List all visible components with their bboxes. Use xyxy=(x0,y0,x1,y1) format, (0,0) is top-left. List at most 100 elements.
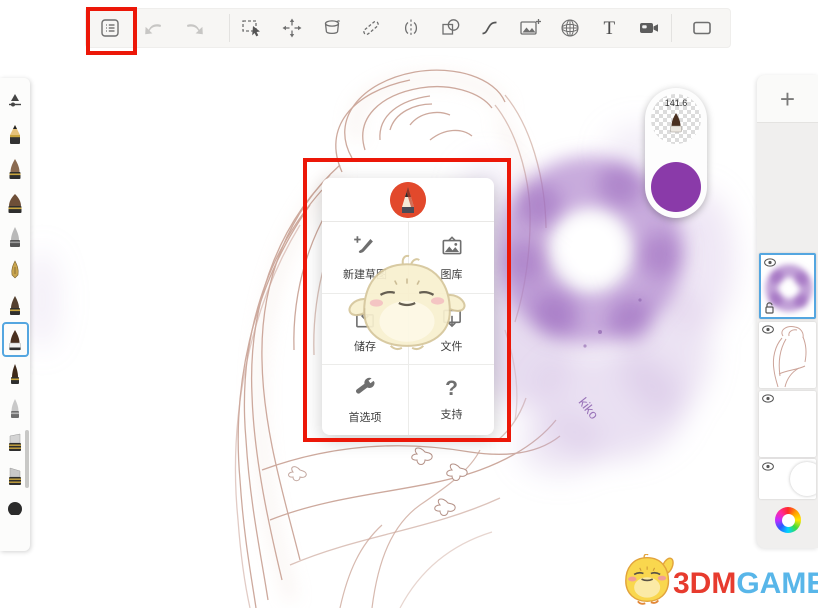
menu-item-label: 支持 xyxy=(441,406,463,422)
round-brush-icon xyxy=(5,493,25,515)
toolbar-divider xyxy=(229,14,230,42)
brush-tip-icon xyxy=(666,110,686,136)
layer-visibility-icon[interactable] xyxy=(762,462,774,471)
brush-item-round[interactable] xyxy=(2,493,28,515)
brush-sidebar xyxy=(0,78,30,551)
perspective-icon xyxy=(558,16,582,40)
time-lapse-icon xyxy=(637,16,661,40)
stroke-button[interactable] xyxy=(470,9,510,47)
text-tool-icon: T xyxy=(604,19,616,38)
airbrush-icon xyxy=(5,395,25,421)
brush-color-puck: 141.6 xyxy=(645,88,707,218)
support-icon: ? xyxy=(445,378,458,399)
perspective-button[interactable] xyxy=(550,9,590,47)
add-layer-button[interactable]: + xyxy=(757,75,818,123)
flat-brush-2-icon xyxy=(5,463,25,489)
layer-sketch[interactable] xyxy=(759,322,816,388)
ruler-guides-icon xyxy=(359,16,383,40)
brush-size-value: 141.6 xyxy=(651,98,701,108)
layer-visibility-icon[interactable] xyxy=(762,325,774,334)
color-puck[interactable] xyxy=(651,162,701,212)
brush-item-gray[interactable] xyxy=(2,220,28,254)
preferences-icon xyxy=(352,376,378,402)
menu-item-gallery[interactable]: 图库 xyxy=(408,222,494,293)
menu-item-files[interactable]: 文件 xyxy=(408,293,494,364)
brush-item-airbrush[interactable] xyxy=(2,391,28,425)
detail-brush-icon xyxy=(5,361,25,387)
files-icon xyxy=(439,305,465,331)
fullscreen-button[interactable] xyxy=(674,9,730,47)
undo-button[interactable] xyxy=(134,9,174,47)
shapes-button[interactable] xyxy=(431,9,471,47)
gray-brush-icon xyxy=(5,224,25,250)
toolbar-divider xyxy=(671,14,672,42)
symmetry-button[interactable] xyxy=(391,9,431,47)
layer-visibility-icon[interactable] xyxy=(762,394,774,403)
save-icon xyxy=(352,305,378,331)
background-color-swatch[interactable] xyxy=(790,462,816,496)
color-wheel-button[interactable] xyxy=(775,507,801,533)
new-sketch-icon xyxy=(352,233,378,259)
sketchbook-logo-icon xyxy=(390,182,426,218)
marquee-select-icon xyxy=(240,16,264,40)
menu-item-save[interactable]: 储存 xyxy=(322,293,408,364)
redo-button[interactable] xyxy=(174,9,214,47)
fullscreen-icon xyxy=(690,16,714,40)
menu-item-label: 首选项 xyxy=(349,409,382,425)
menu-button[interactable] xyxy=(86,9,134,47)
layer-unlock-icon[interactable] xyxy=(764,302,775,314)
import-image-icon xyxy=(518,16,542,40)
symmetry-icon xyxy=(399,16,423,40)
menu-icon xyxy=(99,17,121,39)
fill-button[interactable] xyxy=(312,9,352,47)
stroke-icon xyxy=(478,16,502,40)
pencil-icon xyxy=(5,122,25,148)
menu-item-label: 图库 xyxy=(441,266,463,282)
pen-nib-icon xyxy=(5,258,25,284)
top-toolbar: T xyxy=(85,8,731,48)
brush-item-pencil[interactable] xyxy=(2,118,28,152)
brush-size-slider-icon xyxy=(5,91,25,111)
plus-icon: + xyxy=(780,86,795,112)
layer-empty[interactable] xyxy=(759,391,816,457)
gallery-icon xyxy=(439,233,465,259)
menu-item-label: 新建草图 xyxy=(343,266,387,282)
ruler-guides-button[interactable] xyxy=(351,9,391,47)
brush-size-slider[interactable] xyxy=(2,84,28,118)
menu-item-preferences[interactable]: 首选项 xyxy=(322,364,408,435)
fill-icon xyxy=(320,16,344,40)
color-wheel-center xyxy=(782,514,795,527)
soft-brush-icon xyxy=(5,156,25,182)
import-image-button[interactable] xyxy=(510,9,550,47)
ink-brush-icon xyxy=(5,327,25,353)
chisel-brush-icon xyxy=(5,190,25,216)
menu-item-label: 储存 xyxy=(354,338,376,354)
shapes-icon xyxy=(439,16,463,40)
time-lapse-button[interactable] xyxy=(629,9,669,47)
layer-background[interactable] xyxy=(759,459,816,499)
redo-icon xyxy=(182,16,206,40)
menu-item-support[interactable]: ? 支持 xyxy=(408,364,494,435)
sidebar-scrollbar[interactable] xyxy=(25,430,29,488)
brush-item-flat-ink[interactable] xyxy=(2,288,28,322)
brush-item-soft[interactable] xyxy=(2,152,28,186)
undo-icon xyxy=(142,16,166,40)
menu-item-new-sketch[interactable]: 新建草图 xyxy=(322,222,408,293)
brush-item-chisel[interactable] xyxy=(2,186,28,220)
brush-item-ink-selected[interactable] xyxy=(2,322,29,357)
menu-item-label: 文件 xyxy=(441,338,463,354)
layers-panel: + xyxy=(757,75,818,548)
flat-brush-1-icon xyxy=(5,429,25,455)
transform-icon xyxy=(280,16,304,40)
brush-item-detail[interactable] xyxy=(2,357,28,391)
main-menu-popup: 新建草图 图库 储存 文件 xyxy=(322,178,494,435)
text-tool-button[interactable]: T xyxy=(589,9,629,47)
popup-header xyxy=(322,178,494,222)
brush-item-pen-nib[interactable] xyxy=(2,254,28,288)
layer-watercolor[interactable] xyxy=(759,253,816,319)
transform-button[interactable] xyxy=(272,9,312,47)
layer-visibility-icon[interactable] xyxy=(764,258,776,267)
brush-puck[interactable]: 141.6 xyxy=(651,94,701,144)
flat-ink-brush-icon xyxy=(5,292,25,318)
marquee-select-button[interactable] xyxy=(232,9,272,47)
